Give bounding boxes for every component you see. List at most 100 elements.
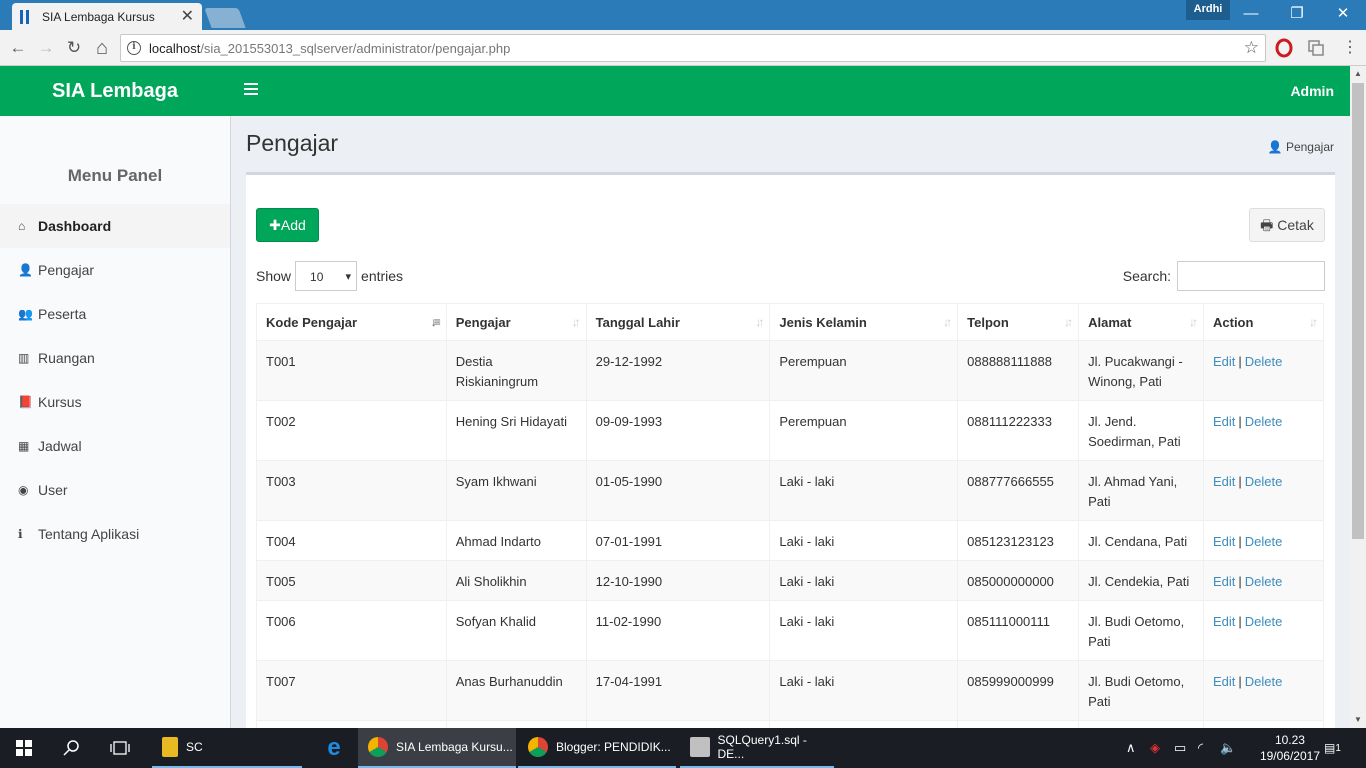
battery-icon[interactable]: ▭ [1174, 728, 1186, 768]
user-menu[interactable]: Admin [1290, 66, 1334, 116]
volume-icon[interactable]: 🔈 [1220, 728, 1236, 768]
user-circle-icon: ◉ [18, 483, 29, 497]
action-separator: | [1238, 414, 1242, 429]
print-button[interactable]: 🖶 Cetak [1249, 208, 1325, 242]
task-view-icon[interactable] [96, 728, 144, 768]
notification-icon[interactable]: ▤ 1 [1324, 728, 1341, 768]
edit-link[interactable]: Edit [1213, 614, 1235, 629]
scroll-down-icon[interactable]: ▼ [1350, 712, 1366, 728]
delete-link[interactable]: Delete [1245, 354, 1283, 369]
table-row: T002 Hening Sri Hidayati 09-09-1993 Perempu… [256, 400, 1324, 461]
sidebar-item-tentang[interactable]: ℹ Tentang Aplikasi [0, 512, 230, 556]
delete-link[interactable]: Delete [1245, 534, 1283, 549]
taskbar-folder[interactable]: SC [152, 728, 302, 768]
delete-link[interactable]: Delete [1245, 614, 1283, 629]
taskbar-app-sql[interactable]: SQLQuery1.sql - DE... [680, 728, 834, 768]
sidebar-item-kursus[interactable]: 📕 Kursus [0, 380, 230, 424]
action-separator: | [1238, 574, 1242, 589]
user-icon: 👤 [1267, 140, 1283, 154]
wifi-icon[interactable]: ◜ [1198, 728, 1203, 768]
col-kode[interactable]: Kode Pengajar ↓≡ [256, 303, 447, 341]
close-window-button[interactable]: ✕ [1320, 0, 1366, 30]
minimize-button[interactable]: — [1228, 0, 1274, 30]
scroll-up-icon[interactable]: ▲ [1350, 66, 1366, 82]
col-telpon[interactable]: Telpon ↓↑ [957, 303, 1080, 341]
breadcrumb[interactable]: 👤 Pengajar [1268, 140, 1334, 154]
edit-link[interactable]: Edit [1213, 534, 1235, 549]
browser-tab[interactable]: SIA Lembaga Kursus ✕ [12, 3, 202, 30]
col-pengajar[interactable]: Pengajar ↓↑ [445, 303, 587, 341]
cell-kode: T005 [256, 560, 447, 601]
bookmark-star-icon[interactable]: ☆ [1244, 38, 1259, 58]
col-action[interactable]: Action ↓↑ [1203, 303, 1324, 341]
tray-chevron-icon[interactable]: ∧ [1126, 728, 1136, 768]
sidebar-item-user[interactable]: ◉ User [0, 468, 230, 512]
cell-pengajar: Syam Ikhwani [445, 460, 587, 521]
cell-pengajar: Sofyan Khalid [445, 600, 587, 661]
reload-icon[interactable]: ↻ [62, 36, 86, 60]
col-alamat[interactable]: Alamat ↓↑ [1078, 303, 1204, 341]
book-icon: 📕 [18, 395, 33, 409]
acrobat-icon[interactable]: ◈ [1150, 728, 1160, 768]
scroll-thumb[interactable] [1352, 83, 1364, 539]
sidebar-item-pengajar[interactable]: 👤 Pengajar [0, 248, 230, 292]
cell-telpon: 085000000000 [957, 560, 1080, 601]
edge-icon[interactable]: e [310, 728, 358, 768]
cell-jenis-kelamin: Laki - laki [769, 600, 959, 661]
edit-link[interactable]: Edit [1213, 354, 1235, 369]
sidebar-item-label: Pengajar [38, 262, 95, 278]
forward-icon[interactable]: → [34, 36, 58, 60]
search-label: Search: [1122, 268, 1171, 284]
opera-icon[interactable] [1274, 38, 1294, 58]
sidebar-toggle-icon[interactable] [244, 83, 258, 97]
col-jenis-kelamin[interactable]: Jenis Kelamin ↓↑ [769, 303, 959, 341]
taskbar-app-chrome-blogger[interactable]: Blogger: PENDIDIK... [518, 728, 676, 768]
restore-button[interactable]: ❐ [1274, 0, 1320, 30]
profile-name[interactable]: Ardhi [1186, 0, 1230, 20]
browser-titlebar: SIA Lembaga Kursus ✕ Ardhi — ❐ ✕ [0, 0, 1366, 30]
users-icon: 👥 [18, 307, 33, 321]
search-input[interactable] [1177, 261, 1325, 291]
col-tanggal-lahir[interactable]: Tanggal Lahir ↓↑ [585, 303, 771, 341]
add-button[interactable]: ✚Add [256, 208, 319, 242]
info-icon[interactable]: i [127, 41, 141, 55]
cell-tanggal-lahir: 01-05-1990 [585, 460, 771, 521]
brand-logo[interactable]: SIA Lembaga [0, 66, 230, 116]
cell-telpon: 088777666555 [957, 460, 1080, 521]
menu-dots-icon[interactable]: ⋮ [1338, 36, 1362, 60]
cell-pengajar: Hening Sri Hidayati [445, 400, 587, 461]
cell-pengajar: Anas Burhanuddin [445, 660, 587, 721]
home-icon[interactable]: ⌂ [90, 36, 114, 60]
windows-start-icon[interactable] [0, 728, 48, 768]
clock[interactable]: 10.23 19/06/2017 [1260, 732, 1320, 764]
edit-link[interactable]: Edit [1213, 474, 1235, 489]
sidebar-item-jadwal[interactable]: ▦ Jadwal [0, 424, 230, 468]
back-icon[interactable]: ← [6, 36, 30, 60]
clock-date: 19/06/2017 [1259, 749, 1320, 763]
cell-kode: T004 [256, 520, 447, 561]
tab-close-icon[interactable]: ✕ [181, 8, 194, 25]
new-tab-button[interactable] [204, 8, 246, 28]
url-input[interactable]: i localhost/sia_201553013_sqlserver/admi… [120, 34, 1266, 62]
extension-icon[interactable] [1306, 38, 1326, 58]
edit-link[interactable]: Edit [1213, 414, 1235, 429]
page-scrollbar[interactable]: ▲ ▼ [1350, 66, 1366, 728]
edit-link[interactable]: Edit [1213, 674, 1235, 689]
folder-icon [162, 737, 178, 757]
search-icon[interactable] [48, 728, 96, 768]
delete-link[interactable]: Delete [1245, 674, 1283, 689]
delete-link[interactable]: Delete [1245, 574, 1283, 589]
cell-kode: T007 [256, 660, 447, 721]
sidebar-item-dashboard[interactable]: ⌂ Dashboard [0, 204, 230, 248]
edit-link[interactable]: Edit [1213, 574, 1235, 589]
taskbar-app-chrome-sia[interactable]: SIA Lembaga Kursu... [358, 728, 516, 768]
entries-select[interactable]: 10 [295, 261, 358, 292]
url-host: localhost [149, 40, 201, 56]
delete-link[interactable]: Delete [1245, 414, 1283, 429]
cell-action: Edit|Delete [1203, 560, 1324, 601]
sidebar-item-ruangan[interactable]: ▥ Ruangan [0, 336, 230, 380]
cell-telpon: 085999000999 [957, 660, 1080, 721]
sidebar-item-peserta[interactable]: 👥 Peserta [0, 292, 230, 336]
print-label: Cetak [1277, 217, 1314, 233]
delete-link[interactable]: Delete [1245, 474, 1283, 489]
